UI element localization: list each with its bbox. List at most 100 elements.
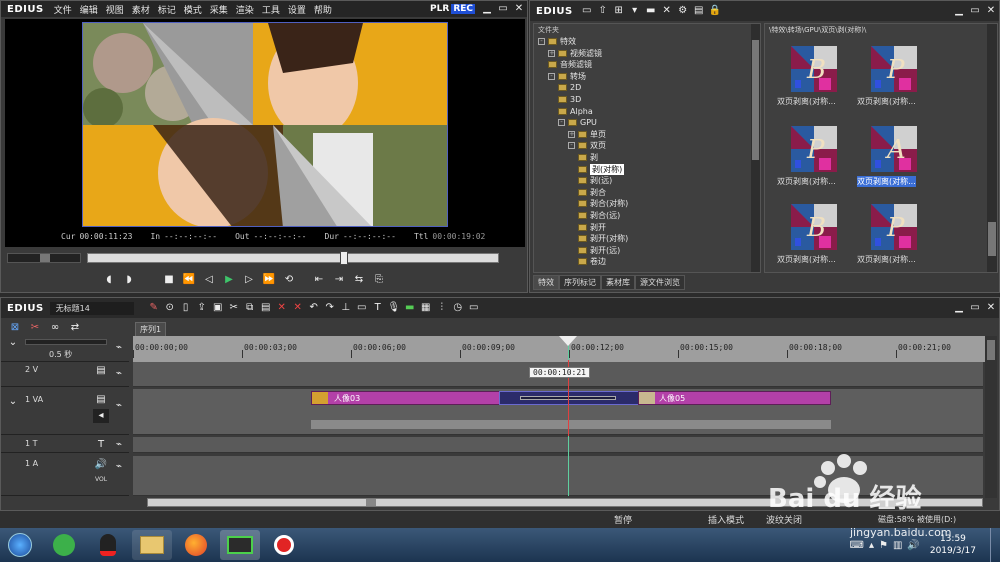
track-a1-vol-label[interactable]: VOL [95,476,107,483]
position-slider[interactable] [87,251,499,265]
tree-item[interactable]: 剥合 [578,187,606,198]
cut-icon[interactable]: ✂ [226,301,242,315]
tree-expand-icon[interactable]: - [568,142,575,150]
tree-item[interactable]: - 转场 [548,71,586,82]
tree-item[interactable]: 2D [558,82,581,93]
properties-icon[interactable]: ⚙ [675,4,691,18]
tree-item[interactable]: - 特效 [538,36,576,47]
folder-icon[interactable]: ▭ [579,4,595,18]
rewind-icon[interactable]: ⏪ [181,273,197,287]
mode-icon[interactable]: ✎ [146,301,162,315]
razor-icon[interactable]: ✂ [27,321,43,335]
menu-file[interactable]: 文件 [50,3,76,16]
insert-to-timeline-icon[interactable]: ⇤ [311,273,327,287]
track-area-t1[interactable] [133,437,983,453]
track-v2-expand-icon[interactable]: ⌁ [111,367,127,381]
add-transition-icon[interactable]: ⊥ [338,301,354,315]
timeline-close-icon[interactable]: ✕ [983,301,999,315]
tree-item[interactable]: 剥合(远) [578,210,620,221]
tree-expand-icon[interactable]: - [548,72,555,80]
close-icon[interactable]: ✕ [511,2,527,16]
menu-edit[interactable]: 编辑 [76,3,102,16]
taskbar-360-icon[interactable] [44,530,84,560]
timeline-minimize-icon[interactable]: ▁ [951,301,967,315]
track-va1-lock-icon[interactable]: ⌄ [5,395,21,409]
shuttle-knob[interactable] [40,254,50,262]
effect-thumbnail[interactable]: P 双页剥离(对称... [777,126,853,196]
track-header-a1[interactable]: 1 A 🔊 VOL ⌁ [1,456,129,496]
timeline-maximize-icon[interactable]: ▭ [967,301,983,315]
timeline-vscrollbar[interactable] [985,336,997,498]
new-folder-icon[interactable]: ⊞ [611,4,627,18]
timeline-hscroll-thumb[interactable] [366,499,376,506]
play-icon[interactable]: ▶ [221,273,237,287]
tree-scrollbar[interactable] [751,24,760,272]
tab-source-browser[interactable]: 源文件浏览 [635,275,685,290]
tree-item[interactable]: 剥开 [578,222,606,233]
title-icon[interactable]: T [370,301,386,315]
stop-icon[interactable]: ■ [161,273,177,287]
tree-item[interactable]: 剥开(对称) [578,233,628,244]
undo-icon[interactable]: ↶ [306,301,322,315]
tree-expand-icon[interactable]: + [568,130,575,138]
position-knob[interactable] [340,251,348,265]
overwrite-to-timeline-icon[interactable]: ⇥ [331,273,347,287]
effect-thumbnail[interactable]: P 双页剥离(对称... [857,204,933,272]
up-folder-icon[interactable]: ⇧ [595,4,611,18]
tree-item[interactable]: 音频滤镜 [548,59,592,70]
effect-thumbnail[interactable]: A 双页剥离(对称... [857,126,933,196]
audio-mixer-icon[interactable]: ▬ [402,301,418,315]
tray-icons[interactable]: ⌨ ▴ ⚑ ▥ 🔊 [850,540,920,551]
tab-bin[interactable]: 素材库 [601,275,635,290]
redo-icon[interactable]: ↷ [322,301,338,315]
zoom-level[interactable]: 0.5 秒 [49,349,72,360]
show-desktop-button[interactable] [990,528,1000,562]
track-a1-speaker-icon[interactable]: 🔊 [93,458,109,472]
lock-track-icon[interactable]: ⌄ [5,336,21,350]
menu-view[interactable]: 视图 [102,3,128,16]
tree-item[interactable]: 剥(远) [578,175,612,186]
menu-help[interactable]: 帮助 [310,3,336,16]
step-back-icon[interactable]: ◁ [201,273,217,287]
tree-expand-icon[interactable]: - [538,38,545,45]
status-ripple[interactable]: 波纹关闭 [766,513,836,526]
fast-forward-icon[interactable]: ⏩ [261,273,277,287]
menu-settings[interactable]: 设置 [284,3,310,16]
playhead-handle[interactable] [559,336,577,346]
paste-icon[interactable]: ▤ [258,301,274,315]
tree-item[interactable]: - GPU [558,117,597,128]
tree-item[interactable]: 3D [558,94,581,105]
render-icon[interactable]: ▭ [354,301,370,315]
step-forward-icon[interactable]: ▷ [241,273,257,287]
taskbar-edius-icon[interactable] [220,530,260,560]
open-project-icon[interactable]: ⇪ [194,301,210,315]
timeline-vscroll-thumb[interactable] [987,340,995,360]
sliders-icon[interactable]: ⫶ [434,301,450,315]
clip-portrait-05[interactable]: 人像05 [638,391,831,405]
tree-scroll-thumb[interactable] [752,40,759,160]
layout-icon[interactable]: ▤ [691,4,707,18]
ruler-zoom-slider[interactable] [25,339,107,345]
set-out-icon[interactable]: ◗ [121,273,137,287]
delete-clip-icon[interactable]: ✕ [274,301,290,315]
save-icon[interactable]: ▣ [210,301,226,315]
track-area-a1[interactable] [133,456,983,496]
tray-flag-icon[interactable]: ⚑ [879,540,888,551]
track-header-t1[interactable]: 1 T T ⌁ [1,437,129,453]
tree-item[interactable]: + 单页 [568,129,606,140]
tree-expand-icon[interactable]: - [558,119,565,127]
ruler-settings-icon[interactable]: ⌁ [111,341,127,355]
tree-item[interactable]: 剥开(远) [578,245,620,256]
status-insert-mode[interactable]: 插入模式 [708,513,766,526]
set-in-icon[interactable]: ◖ [101,273,117,287]
track-header-va1[interactable]: ⌄ 1 VA ▤ ◂ ⌁ [1,389,129,435]
copy-icon[interactable]: ⧉ [242,301,258,315]
timeline-hscrollbar[interactable] [147,498,983,507]
tree-item[interactable]: 卷边 [578,256,606,267]
sequence-tab[interactable]: 序列1 [135,322,167,337]
voiceover-icon[interactable]: 🎙 [386,301,402,315]
track-va1-expand-icon[interactable]: ⌁ [111,399,127,413]
tray-network-icon[interactable]: ▥ [893,540,902,551]
tree-item[interactable]: 剥合(对称) [578,198,628,209]
track-mode-icon[interactable]: ⊠ [7,321,23,335]
